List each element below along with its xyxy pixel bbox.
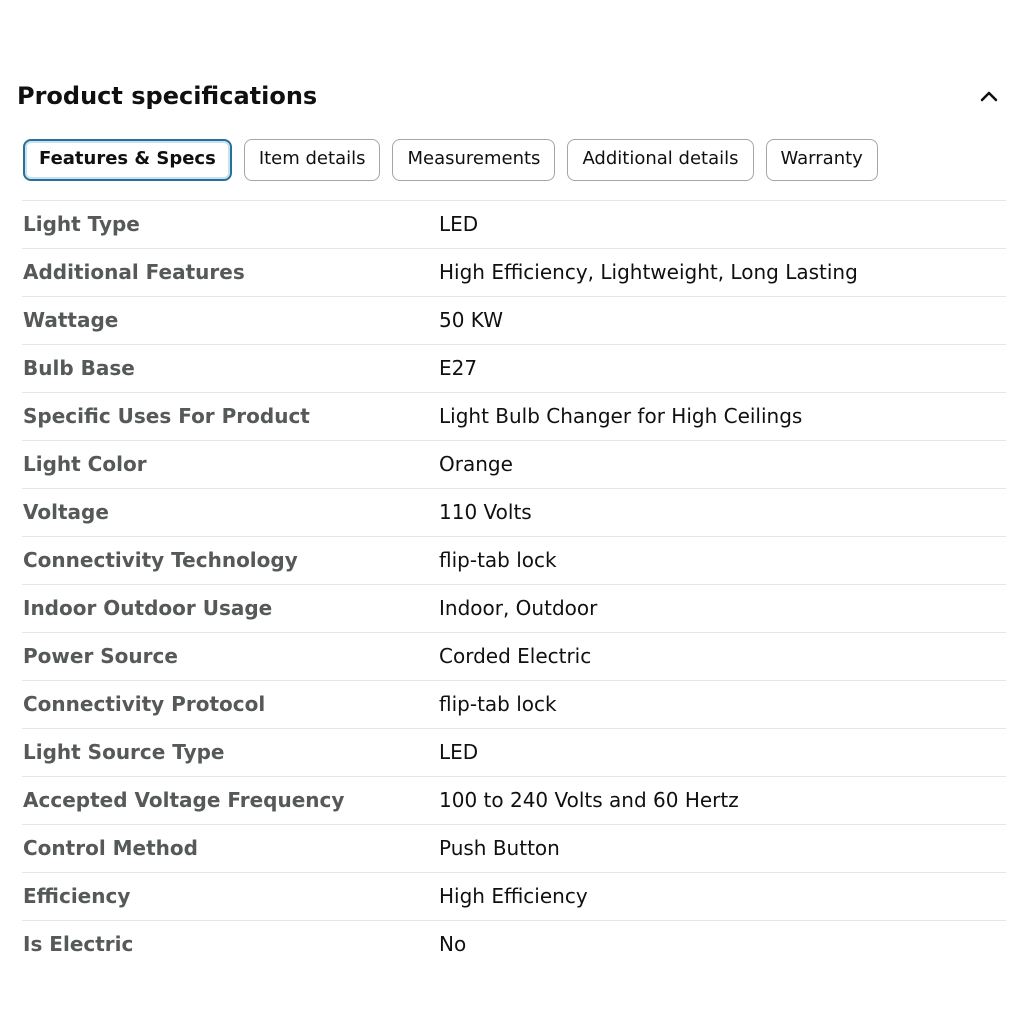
table-row: Voltage 110 Volts bbox=[22, 489, 1006, 537]
spec-value: Push Button bbox=[439, 836, 560, 860]
spec-name: Light Type bbox=[23, 212, 140, 236]
spec-value: Indoor, Outdoor bbox=[439, 596, 598, 620]
spec-value: High Efficiency, Lightweight, Long Lasti… bbox=[439, 260, 858, 284]
spec-name: Bulb Base bbox=[23, 356, 135, 380]
spec-name: Additional Features bbox=[23, 260, 245, 284]
spec-value: E27 bbox=[439, 356, 478, 380]
table-row: Accepted Voltage Frequency 100 to 240 Vo… bbox=[22, 777, 1006, 825]
table-row: Light Color Orange bbox=[22, 441, 1006, 489]
tab-additional-details[interactable]: Additional details bbox=[567, 139, 754, 181]
spec-value: flip-tab lock bbox=[439, 548, 557, 572]
table-row: Light Type LED bbox=[22, 201, 1006, 249]
table-row: Control Method Push Button bbox=[22, 825, 1006, 873]
table-row: Is Electric No bbox=[22, 921, 1006, 968]
table-row: Light Source Type LED bbox=[22, 729, 1006, 777]
spec-value: 50 KW bbox=[439, 308, 503, 332]
spec-name: Wattage bbox=[23, 308, 119, 332]
spec-name: Indoor Outdoor Usage bbox=[23, 596, 273, 620]
tab-features-specs[interactable]: Features & Specs bbox=[23, 139, 232, 181]
tab-item-details[interactable]: Item details bbox=[243, 139, 381, 181]
spec-name: Control Method bbox=[23, 836, 198, 860]
spec-name: Specific Uses For Product bbox=[23, 404, 310, 428]
chevron-up-icon bbox=[980, 91, 998, 102]
spec-name: Voltage bbox=[23, 500, 109, 524]
section-title: Product specifications bbox=[17, 82, 318, 110]
spec-name: Efficiency bbox=[23, 884, 131, 908]
spec-table: Light Type LED Additional Features High … bbox=[22, 200, 1006, 968]
spec-value: LED bbox=[439, 212, 479, 236]
spec-value: LED bbox=[439, 740, 479, 764]
table-row: Wattage 50 KW bbox=[22, 297, 1006, 345]
spec-name: Power Source bbox=[23, 644, 178, 668]
spec-value: Light Bulb Changer for High Ceilings bbox=[439, 404, 803, 428]
table-row: Connectivity Technology flip-tab lock bbox=[22, 537, 1006, 585]
spec-value: High Efficiency bbox=[439, 884, 588, 908]
table-row: Additional Features High Efficiency, Lig… bbox=[22, 249, 1006, 297]
spec-value: Orange bbox=[439, 452, 513, 476]
tab-measurements[interactable]: Measurements bbox=[392, 139, 556, 181]
table-row: Efficiency High Efficiency bbox=[22, 873, 1006, 921]
spec-value: 100 to 240 Volts and 60 Hertz bbox=[439, 788, 739, 812]
product-specifications-page: Product specifications Features & Specs … bbox=[0, 0, 1024, 1024]
spec-name: Is Electric bbox=[23, 932, 134, 956]
spec-name: Accepted Voltage Frequency bbox=[23, 788, 345, 812]
table-row: Power Source Corded Electric bbox=[22, 633, 1006, 681]
collapse-button[interactable] bbox=[971, 78, 1007, 114]
tab-warranty[interactable]: Warranty bbox=[765, 139, 878, 181]
table-row: Connectivity Protocol flip-tab lock bbox=[22, 681, 1006, 729]
spec-value: No bbox=[439, 932, 467, 956]
spec-value: Corded Electric bbox=[439, 644, 592, 668]
spec-name: Connectivity Technology bbox=[23, 548, 298, 572]
table-row: Specific Uses For Product Light Bulb Cha… bbox=[22, 393, 1006, 441]
spec-name: Connectivity Protocol bbox=[23, 692, 266, 716]
section-header: Product specifications bbox=[17, 78, 1007, 114]
spec-name: Light Source Type bbox=[23, 740, 225, 764]
table-row: Bulb Base E27 bbox=[22, 345, 1006, 393]
spec-value: flip-tab lock bbox=[439, 692, 557, 716]
spec-tabs: Features & Specs Item details Measuremen… bbox=[23, 139, 878, 181]
spec-name: Light Color bbox=[23, 452, 147, 476]
table-row: Indoor Outdoor Usage Indoor, Outdoor bbox=[22, 585, 1006, 633]
spec-value: 110 Volts bbox=[439, 500, 532, 524]
